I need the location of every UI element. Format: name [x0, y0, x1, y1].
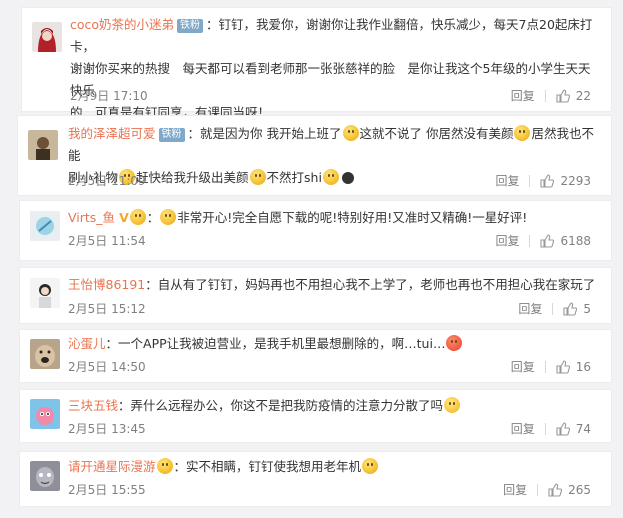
comment-date: 2月5日 15:12	[68, 302, 146, 316]
thumbs-up-icon	[556, 360, 570, 374]
like-count: 74	[575, 422, 591, 436]
comment-text: 王怡博86191：自从有了钉钉，妈妈再也不用担心我不上学了，老师也再也不用担心我…	[68, 277, 596, 292]
smile-emoji-icon	[362, 458, 379, 474]
thumbs-up-icon	[548, 483, 563, 497]
smile-emoji-icon	[156, 458, 173, 474]
comment-card: 请开通星际漫游 ：实不相瞒，钉钉使我想用老年机 2月5日 15:55 回复 265	[20, 452, 611, 506]
smile-emoji-icon	[342, 125, 359, 141]
comment-card: 沁蛋儿：一个APP让我被迫营业，是我手机里最想删除的，啊…tui… 2月5日 1…	[20, 330, 611, 382]
comment-card: coco奶茶的小迷弟 铁粉 ：钉钉，我爱你，谢谢你让我作业翻倍，快乐减少，每天7点2…	[22, 8, 611, 120]
avatar[interactable]	[30, 211, 60, 241]
comment-feed: coco奶茶的小迷弟 铁粉 ：钉钉，我爱你，谢谢你让我作业翻倍，快乐减少，每天7点2…	[0, 0, 623, 518]
avatar[interactable]	[28, 130, 58, 160]
comment-card: Virts_鱼 V：非常开心!完全自愿下载的呢!特别好用!又准时又精确!一星好评!…	[20, 201, 611, 260]
username-link[interactable]: 三块五钱	[68, 398, 118, 413]
like-button[interactable]: 22	[556, 87, 591, 105]
comment-text: 沁蛋儿：一个APP让我被迫营业，是我手机里最想删除的，啊…tui…	[68, 333, 597, 355]
avatar[interactable]	[30, 461, 60, 491]
reply-button[interactable]: 回复	[511, 420, 535, 438]
reply-button[interactable]: 回复	[511, 358, 535, 376]
comment-date: 2月5日 14:50	[68, 360, 146, 374]
divider	[537, 484, 539, 496]
comment-text: 请开通星际漫游 ：实不相瞒，钉钉使我想用老年机	[68, 456, 597, 478]
thumbs-up-icon	[540, 174, 555, 188]
avatar[interactable]	[30, 399, 60, 429]
comment-date: 2月5日 11:09	[68, 174, 146, 188]
username-link[interactable]: 我的泽泽超可爱	[68, 126, 156, 141]
comment-meta: 2月5日 15:12 回复 5	[68, 300, 591, 318]
comment-meta: 2月5日 13:45 回复 74	[68, 420, 591, 438]
comment-meta: 2月5日 14:50 回复 16	[68, 358, 591, 376]
like-button[interactable]: 74	[556, 420, 591, 438]
comment-date: 2月5日 13:45	[68, 422, 146, 436]
sweat-emoji-icon	[444, 397, 461, 413]
username-link[interactable]: coco奶茶的小迷弟	[70, 17, 174, 32]
comment-text: 我的泽泽超可爱 铁粉 ：就是因为你 我开始上班了 这就不说了 你居然没有美颜 居然我也不…	[68, 125, 594, 163]
like-count: 16	[575, 360, 591, 374]
comment-meta: 2月5日 11:54 回复 6188	[68, 232, 591, 250]
divider	[529, 235, 531, 247]
like-button[interactable]: 5	[563, 300, 591, 318]
comment-date: 2月5日 11:54	[68, 234, 146, 248]
comment-meta: 2月5日 15:55 回复 265	[68, 481, 591, 499]
reply-button[interactable]: 回复	[518, 300, 542, 318]
comment-card: 我的泽泽超可爱 铁粉 ：就是因为你 我开始上班了 这就不说了 你居然没有美颜 居然我也不…	[18, 116, 611, 195]
like-count: 5	[583, 302, 591, 316]
avatar[interactable]	[32, 22, 62, 52]
divider	[544, 423, 546, 435]
comment-date: 2月9日 17:10	[70, 89, 148, 103]
smile-emoji-icon	[160, 209, 177, 225]
like-count: 6188	[560, 234, 591, 248]
username-link[interactable]: 王怡博86191	[68, 277, 145, 292]
comment-meta: 2月9日 17:10 回复 22	[70, 87, 591, 105]
reply-button[interactable]: 回复	[503, 481, 527, 499]
avatar[interactable]	[30, 339, 60, 369]
divider	[552, 303, 554, 315]
vip-crown-icon: V	[119, 210, 129, 225]
smile-emoji-icon	[129, 209, 146, 225]
like-count: 22	[575, 89, 591, 103]
like-button[interactable]: 16	[556, 358, 591, 376]
angry-emoji-icon	[446, 335, 463, 351]
comment-text: coco奶茶的小迷弟 铁粉 ：钉钉，我爱你，谢谢你让我作业翻倍，快乐减少，每天7点2…	[70, 17, 593, 54]
divider	[544, 90, 546, 102]
comment-date: 2月5日 15:55	[68, 483, 146, 497]
thumbs-up-icon	[563, 302, 578, 316]
thumbs-up-icon	[556, 89, 570, 103]
comment-card: 三块五钱：弄什么远程办公，你这不是把我防疫情的注意力分散了吗 2月5日 13:4…	[20, 390, 611, 442]
fan-badge[interactable]: 铁粉	[177, 19, 204, 33]
avatar[interactable]	[30, 278, 60, 308]
like-button[interactable]: 265	[548, 481, 591, 499]
divider	[529, 175, 531, 187]
thumbs-up-icon	[556, 422, 570, 436]
fan-badge[interactable]: 铁粉	[158, 128, 185, 142]
like-count: 265	[568, 483, 591, 497]
comment-card: 王怡博86191：自从有了钉钉，妈妈再也不用担心我不上学了，老师也再也不用担心我…	[20, 268, 611, 323]
username-link[interactable]: 沁蛋儿	[68, 336, 106, 351]
like-button[interactable]: 6188	[540, 232, 591, 250]
thumbs-up-icon	[540, 234, 555, 248]
comment-text: Virts_鱼 V：非常开心!完全自愿下载的呢!特别好用!又准时又精确!一星好评!	[68, 209, 528, 225]
reply-button[interactable]: 回复	[495, 232, 519, 250]
like-button[interactable]: 2293	[540, 172, 591, 190]
like-count: 2293	[560, 174, 591, 188]
username-link[interactable]: 请开通星际漫游	[68, 459, 156, 474]
smile-emoji-icon	[514, 125, 531, 141]
divider	[544, 361, 546, 373]
comment-text: 三块五钱：弄什么远程办公，你这不是把我防疫情的注意力分散了吗	[68, 395, 597, 417]
reply-button[interactable]: 回复	[511, 87, 535, 105]
reply-button[interactable]: 回复	[495, 172, 519, 190]
username-link[interactable]: Virts_鱼	[68, 210, 115, 225]
comment-meta: 2月5日 11:09 回复 2293	[68, 172, 591, 190]
